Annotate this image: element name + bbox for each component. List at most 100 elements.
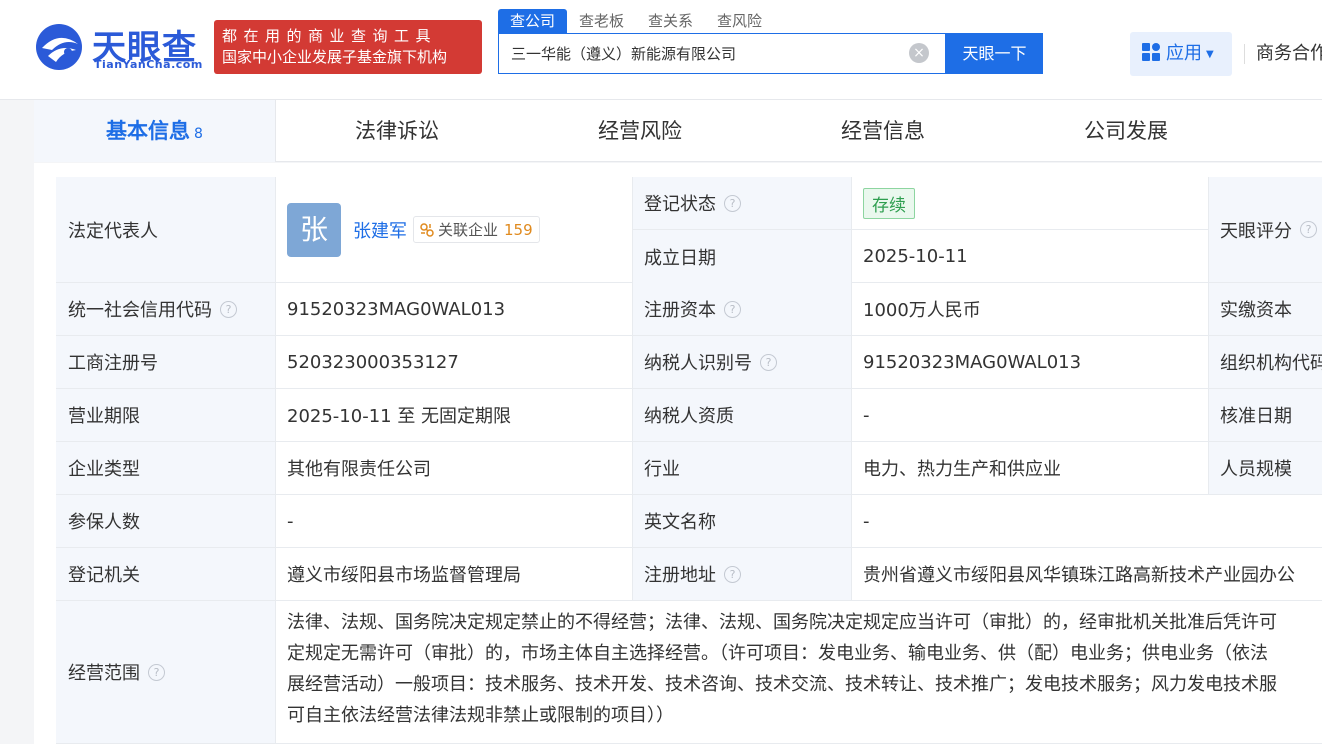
- status-date-block: 登记状态? 存续 成立日期 2025-10-11: [632, 177, 1208, 283]
- chevron-down-icon: ▼: [1206, 49, 1214, 60]
- rating-label: 天眼评分?: [1208, 177, 1322, 282]
- credit-code-label: 统一社会信用代码?: [56, 283, 275, 335]
- basic-info-panel: 法定代表人 张 张建军 关联企业 159 登记状态? 存续 成立日期 2025-1…: [34, 163, 1322, 744]
- reg-capital-value: 1000万人民币: [863, 300, 981, 321]
- related-label: 关联企业: [438, 221, 499, 239]
- biz-reg-no-label: 工商注册号: [56, 336, 275, 388]
- reg-status-label: 登记状态?: [632, 177, 851, 229]
- table-row: 统一社会信用代码? 91520323MAG0WAL013 注册资本? 1000万…: [56, 283, 1322, 336]
- search-box: ×: [498, 33, 946, 74]
- found-date-value: 2025-10-11: [863, 246, 968, 267]
- approve-date-label: 核准日期: [1208, 389, 1322, 441]
- avatar[interactable]: 张: [287, 202, 341, 257]
- taxpayer-qual-label: 纳税人资质: [632, 389, 851, 441]
- link-icon: [420, 222, 434, 237]
- term-label: 营业期限: [56, 389, 275, 441]
- reg-authority-value: 遵义市绥阳县市场监督管理局: [287, 565, 521, 586]
- tab-basic-info[interactable]: 基本信息 8: [34, 100, 276, 162]
- reg-capital-label: 注册资本?: [632, 283, 851, 335]
- scope-line: 定规定无需许可（审批）的，市场主体自主选择经营。（许可项目：发电业务、输电业务、…: [287, 643, 1268, 664]
- help-icon[interactable]: ?: [1300, 221, 1317, 238]
- help-icon[interactable]: ?: [724, 300, 741, 318]
- table-row: 营业期限 2025-10-11 至 无固定期限 纳税人资质 - 核准日期: [56, 389, 1322, 442]
- company-type-value: 其他有限责任公司: [287, 459, 431, 480]
- rating-label-text: 天眼评分: [1220, 220, 1292, 242]
- reg-capital-label-text: 注册资本: [644, 300, 716, 321]
- scope-line: 展经营活动）一般项目：技术服务、技术开发、技术咨询、技术交流、技术转让、技术推广…: [287, 674, 1277, 695]
- slogan-banner: 都在用的商业查询工具 国家中小企业发展子基金旗下机构: [214, 20, 482, 74]
- search-input[interactable]: [499, 34, 904, 73]
- taxpayer-id-label-text: 纳税人识别号: [644, 353, 752, 374]
- site-logo[interactable]: 天眼查 TianYanCha.com: [34, 20, 204, 74]
- search-button[interactable]: 天眼一下: [946, 33, 1043, 74]
- top-header: 天眼查 TianYanCha.com 都在用的商业查询工具 国家中小企业发展子基…: [0, 0, 1322, 100]
- tab-legal[interactable]: 法律诉讼: [276, 100, 518, 162]
- tab-development[interactable]: 公司发展: [1005, 100, 1247, 162]
- clear-icon[interactable]: ×: [909, 43, 929, 63]
- scope-label: 经营范围?: [56, 601, 275, 743]
- table-row: 经营范围? 法律、法规、国务院决定规定禁止的不得经营；法律、法规、国务院决定规定…: [56, 601, 1322, 744]
- scope-label-text: 经营范围: [68, 663, 140, 684]
- tab-operation-info[interactable]: 经营信息: [762, 100, 1004, 162]
- slogan-line2: 国家中小企业发展子基金旗下机构: [222, 48, 448, 66]
- slogan-line1: 都在用的商业查询工具: [222, 27, 438, 45]
- search-tab-company[interactable]: 查公司: [498, 9, 568, 33]
- tab-basic-info-count: 8: [194, 126, 203, 142]
- biz-reg-no-value: 520323000353127: [287, 351, 459, 373]
- tab-basic-info-label: 基本信息: [106, 119, 191, 143]
- legal-rep-name-link[interactable]: 张建军: [353, 217, 407, 243]
- table-row: 登记状态? 存续: [632, 177, 1208, 230]
- divider: [1244, 44, 1245, 64]
- table-row: 法定代表人 张 张建军 关联企业 159 登记状态? 存续 成立日期 2025-1…: [56, 177, 1322, 283]
- column-divider: [275, 177, 276, 744]
- term-value: 2025-10-11 至 无固定期限: [287, 406, 512, 427]
- legal-rep-label: 法定代表人: [56, 177, 275, 282]
- staff-size-label: 人员规模: [1208, 442, 1322, 494]
- status-badge: 存续: [863, 187, 915, 219]
- search-tab-relation[interactable]: 查关系: [636, 9, 705, 33]
- related-companies-badge[interactable]: 关联企业 159: [413, 216, 540, 243]
- org-code-label: 组织机构代码: [1208, 336, 1322, 388]
- legal-rep-cell: 张 张建军 关联企业 159: [275, 177, 632, 282]
- logo-domain: TianYanCha.com: [94, 58, 203, 71]
- search-tab-boss[interactable]: 查老板: [567, 9, 636, 33]
- help-icon[interactable]: ?: [760, 353, 777, 371]
- insured-label: 参保人数: [56, 495, 275, 547]
- credit-code-label-text: 统一社会信用代码: [68, 300, 212, 321]
- scope-line: 可自主依法经营法律法规非禁止或限制的项目））: [287, 705, 674, 726]
- reg-address-label-text: 注册地址: [644, 565, 716, 586]
- help-icon[interactable]: ?: [724, 194, 741, 212]
- paid-capital-label: 实缴资本: [1208, 283, 1322, 335]
- column-divider: [632, 177, 633, 601]
- column-divider: [851, 177, 852, 601]
- taxpayer-qual-value: -: [863, 404, 870, 426]
- help-icon[interactable]: ?: [220, 300, 237, 318]
- taxpayer-id-label: 纳税人识别号?: [632, 336, 851, 388]
- credit-code-value: 91520323MAG0WAL013: [287, 298, 506, 320]
- table-row: 参保人数 - 英文名称 -: [56, 495, 1322, 548]
- apps-label: 应用: [1166, 43, 1202, 64]
- reg-status-label-text: 登记状态: [644, 194, 716, 215]
- english-name-label: 英文名称: [632, 495, 851, 547]
- tab-operation-risk[interactable]: 经营风险: [519, 100, 761, 162]
- detail-tabs: 基本信息 8 法律诉讼 经营风险 经营信息 公司发展: [34, 100, 1322, 162]
- reg-status-cell: 存续: [851, 177, 1208, 229]
- company-type-label: 企业类型: [56, 442, 275, 494]
- related-count: 159: [504, 220, 533, 239]
- reg-address-value: 贵州省遵义市绥阳县风华镇珠江路高新技术产业园办公: [863, 565, 1295, 586]
- help-icon[interactable]: ?: [724, 565, 741, 583]
- reg-authority-label: 登记机关: [56, 548, 275, 600]
- reg-address-label: 注册地址?: [632, 548, 851, 600]
- table-row: 企业类型 其他有限责任公司 行业 电力、热力生产和供应业 人员规模: [56, 442, 1322, 495]
- business-cooperation-link[interactable]: 商务合作: [1256, 32, 1322, 76]
- search-tab-risk[interactable]: 查风险: [705, 9, 774, 33]
- english-name-value: -: [863, 510, 870, 532]
- column-divider: [1208, 177, 1209, 495]
- industry-label: 行业: [632, 442, 851, 494]
- scope-value: 法律、法规、国务院决定规定禁止的不得经营；法律、法规、国务院决定规定应当许可（审…: [275, 601, 1322, 743]
- logo-eye-icon: [36, 24, 82, 70]
- table-row: 成立日期 2025-10-11: [632, 230, 1208, 283]
- table-row: 登记机关 遵义市绥阳县市场监督管理局 注册地址? 贵州省遵义市绥阳县风华镇珠江路…: [56, 548, 1322, 601]
- help-icon[interactable]: ?: [148, 663, 165, 681]
- apps-button[interactable]: 应用 ▼: [1130, 32, 1232, 76]
